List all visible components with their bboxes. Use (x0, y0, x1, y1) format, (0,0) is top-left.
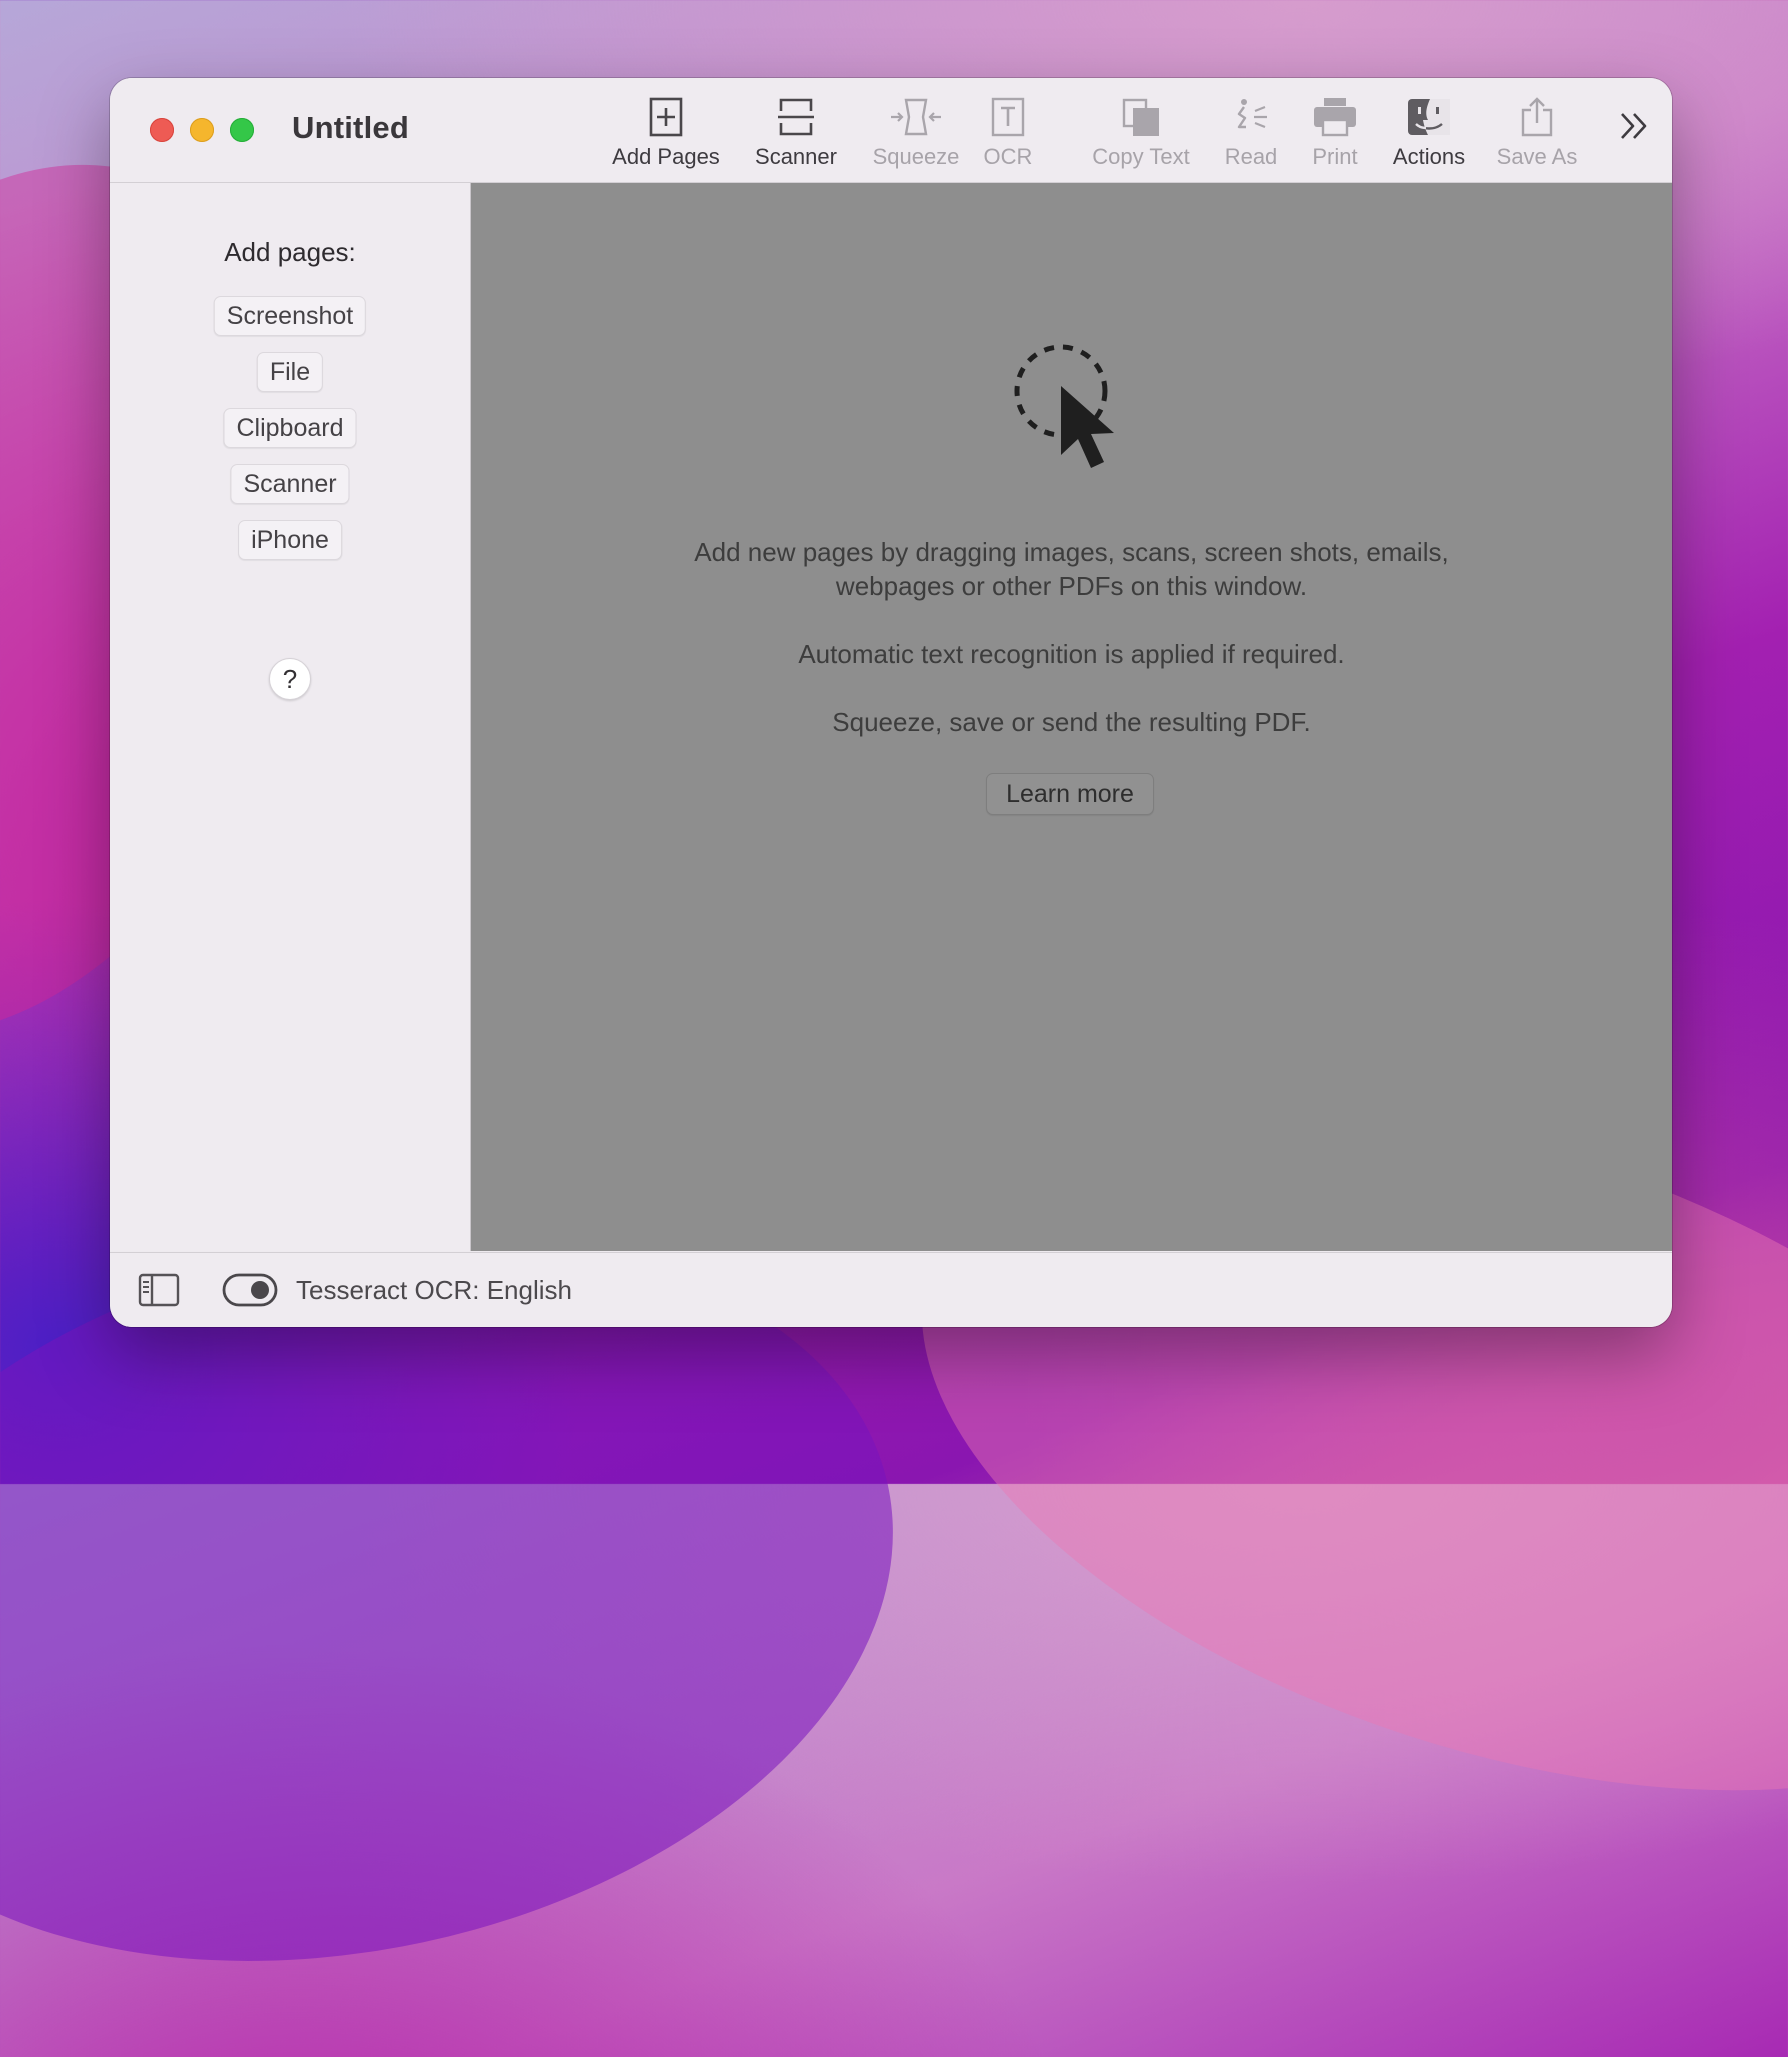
read-icon (1237, 99, 1267, 129)
squeeze-icon (891, 98, 941, 136)
add-clipboard-button[interactable]: Clipboard (223, 408, 357, 448)
minimize-window-button[interactable] (190, 118, 214, 142)
add-scanner-button[interactable]: Scanner (230, 464, 350, 504)
actions-icon (1408, 99, 1450, 135)
toolbar-label: Scanner (755, 144, 837, 169)
scanner-icon (778, 98, 814, 136)
close-window-button[interactable] (150, 118, 174, 142)
toolbar-read-button[interactable]: Read (1220, 96, 1282, 176)
status-bar: Tesseract OCR: English (110, 1252, 1672, 1327)
title-bar: Untitled Add Pages Scanner Squeeze OCR C… (110, 78, 1672, 183)
ocr-toggle-switch[interactable] (222, 1273, 278, 1307)
toolbar-label: Save As (1496, 144, 1578, 169)
add-screenshot-button[interactable]: Screenshot (213, 296, 367, 336)
toolbar-save-as-button[interactable]: Save As (1492, 96, 1582, 176)
add-file-button[interactable]: File (256, 352, 324, 392)
sidebar-heading: Add pages: (224, 237, 356, 267)
sidebar-toggle-icon[interactable] (138, 1273, 180, 1307)
toolbar-copy-text-button[interactable]: Copy Text (1086, 96, 1196, 176)
toolbar-label: Squeeze (872, 144, 960, 169)
toolbar-ocr-button[interactable]: OCR (978, 96, 1038, 176)
learn-more-button[interactable]: Learn more (986, 773, 1154, 815)
toolbar-print-button[interactable]: Print (1304, 96, 1366, 176)
document-drop-area[interactable]: Add new pages by dragging images, scans,… (471, 183, 1672, 1251)
print-icon (1314, 98, 1356, 137)
toolbar-overflow-button[interactable] (1612, 104, 1656, 148)
app-window: Untitled Add Pages Scanner Squeeze OCR C… (110, 78, 1672, 1327)
chevron-double-right-icon (1621, 113, 1647, 139)
toolbar-label: Actions (1392, 144, 1466, 169)
help-button[interactable]: ? (269, 658, 311, 700)
ocr-icon (991, 97, 1025, 137)
toolbar-label: Read (1224, 144, 1278, 169)
toolbar-actions-button[interactable]: Actions (1385, 96, 1473, 176)
toolbar-add-pages-button[interactable]: Add Pages (609, 96, 723, 176)
sidebar: Add pages: Screenshot File Clipboard Sca… (110, 183, 471, 1251)
instruction-line: Squeeze, save or send the resulting PDF. (832, 707, 1311, 737)
add-iphone-button[interactable]: iPhone (238, 520, 342, 560)
toolbar-squeeze-button[interactable]: Squeeze (870, 96, 962, 176)
toolbar-scanner-button[interactable]: Scanner (753, 96, 839, 176)
window-title: Untitled (292, 110, 409, 145)
zoom-window-button[interactable] (230, 118, 254, 142)
instruction-line: Add new pages by dragging images, scans,… (694, 537, 1449, 567)
instruction-line: webpages or other PDFs on this window. (835, 571, 1308, 601)
add-pages-icon (649, 97, 683, 137)
save-as-icon (1521, 97, 1553, 137)
ocr-status-text: Tesseract OCR: English (296, 1275, 572, 1305)
toolbar-label: OCR (983, 144, 1033, 169)
toolbar-label: Print (1312, 144, 1358, 169)
toolbar-label: Copy Text (1092, 144, 1190, 169)
instruction-line: Automatic text recognition is applied if… (798, 639, 1345, 669)
toolbar-label: Add Pages (612, 144, 720, 169)
copy-text-icon (1122, 98, 1159, 136)
drop-pointer-icon (1014, 344, 1114, 468)
